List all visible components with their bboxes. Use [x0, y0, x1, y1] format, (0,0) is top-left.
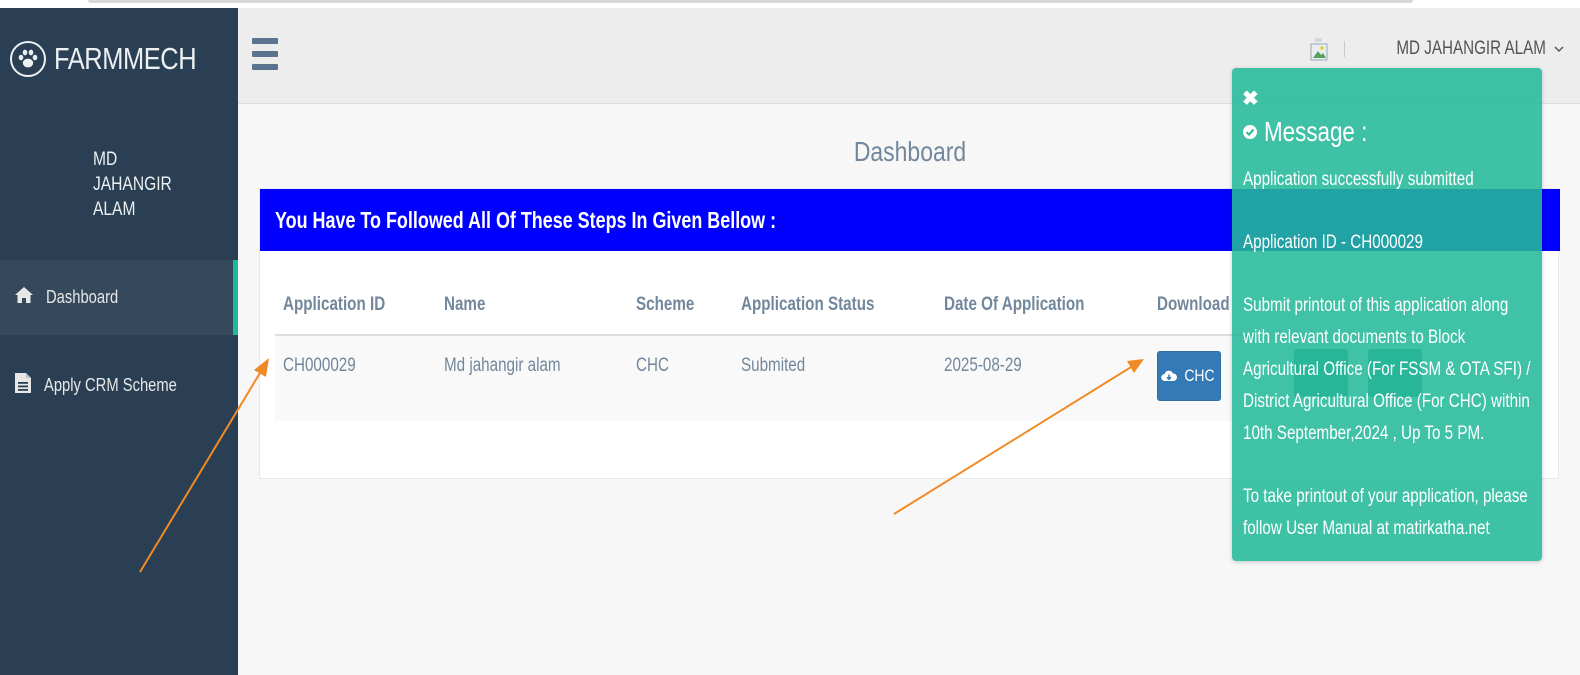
column-header: Application ID [275, 275, 436, 336]
column-header: Date Of Application [936, 275, 1149, 336]
brand-name: FARMMECH [54, 41, 197, 76]
separator [1344, 41, 1346, 57]
hamburger-icon[interactable] [252, 38, 278, 70]
chevron-down-icon [1554, 40, 1564, 58]
notification-line: Application ID - CH000029 [1243, 232, 1423, 253]
status-cell: Submited [733, 335, 936, 421]
paw-icon [10, 41, 46, 77]
name-cell: Md jahangir alam [436, 335, 628, 421]
sidebar-item-apply-crm-scheme[interactable]: Apply CRM Scheme [0, 348, 238, 423]
page-title: Dashboard [853, 136, 967, 167]
notification-line: To take printout of your application, pl… [1243, 486, 1528, 539]
user-menu[interactable]: MD JAHANGIR ALAM [1308, 36, 1564, 62]
panel-heading-text: You Have To Followed All Of These Steps … [275, 207, 777, 233]
notification-line: Application successfully submitted [1243, 169, 1474, 190]
check-circle-icon [1243, 125, 1257, 139]
notification-line: Submit printout of this application alon… [1243, 295, 1531, 444]
scheme-cell: CHC [628, 335, 733, 421]
brand[interactable]: FARMMECH [10, 30, 227, 88]
notification-popup: ✖ Message : Application successfully sub… [1232, 68, 1542, 561]
date-cell: 2025-08-29 [936, 335, 1149, 421]
sidebar-item-label: Dashboard [46, 287, 119, 307]
column-header: Name [436, 275, 628, 336]
notification-body: Application successfully submitted Appli… [1243, 164, 1539, 545]
column-header: Application Status [733, 275, 936, 336]
cloud-download-icon [1160, 370, 1177, 382]
home-icon [14, 286, 34, 309]
sidebar-item-dashboard[interactable]: Dashboard [0, 260, 238, 335]
download-button-label: CHC [1183, 366, 1215, 385]
sidebar: FARMMECH MD JAHANGIR ALAM Dashboard Appl… [0, 8, 238, 675]
download-button[interactable]: CHC [1157, 351, 1221, 401]
avatar [1310, 38, 1328, 61]
address-bar-edge [88, 0, 1413, 3]
notification-title: Message : [1242, 116, 1393, 148]
user-name: MD JAHANGIR ALAM [1396, 38, 1547, 59]
application-id-cell: CH000029 [275, 335, 436, 421]
file-icon [14, 372, 32, 399]
column-header: Scheme [628, 275, 733, 336]
profile-name: MD JAHANGIR ALAM [93, 149, 172, 220]
close-icon[interactable]: ✖ [1242, 86, 1259, 111]
browser-top-strip [0, 0, 1580, 8]
sidebar-item-label: Apply CRM Scheme [44, 375, 177, 395]
